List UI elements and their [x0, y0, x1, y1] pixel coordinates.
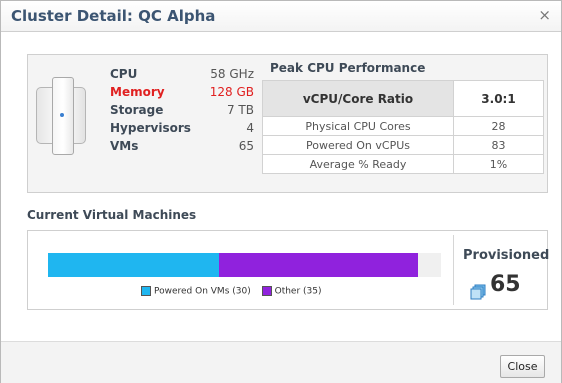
table-row: Physical CPU Cores 28 — [262, 116, 544, 136]
row-value: 28 — [453, 116, 544, 136]
powered-on-vms-bar — [48, 253, 219, 277]
dialog-footer: Close — [1, 341, 561, 383]
table-row: Average % Ready 1% — [262, 154, 544, 174]
row-label: Physical CPU Cores — [262, 116, 454, 136]
ratio-row: vCPU/Core Ratio 3.0:1 — [262, 80, 544, 117]
spec-label-memory: Memory — [110, 85, 165, 99]
legend-item-powered-on: Powered On VMs (30) — [141, 286, 251, 297]
spec-value-cpu: 58 GHz — [210, 67, 254, 81]
spec-label-hypervisors: Hypervisors — [110, 121, 191, 135]
legend-item-other: Other (35) — [261, 286, 322, 297]
vm-section-title: Current Virtual Machines — [27, 208, 197, 222]
close-button[interactable]: Close — [500, 355, 545, 378]
legend-swatch-powered-on — [141, 286, 151, 296]
provisioned-box: Provisioned 65 — [453, 235, 550, 305]
table-row: Powered On vCPUs 83 — [262, 135, 544, 155]
server-front — [52, 77, 74, 155]
vm-bar-track — [48, 253, 441, 277]
other-vms-bar — [219, 253, 418, 277]
row-value: 83 — [453, 135, 544, 155]
vm-stack-icon — [470, 284, 486, 300]
cluster-detail-dialog: Cluster Detail: QC Alpha × CPU 58 GHz Me… — [0, 0, 562, 383]
server-icon — [36, 77, 86, 155]
spec-label-vms: VMs — [110, 139, 139, 153]
ratio-label: vCPU/Core Ratio — [262, 80, 454, 117]
legend-swatch-other — [261, 286, 272, 296]
peak-cpu-title: Peak CPU Performance — [270, 61, 426, 75]
cluster-summary-panel: CPU 58 GHz Memory 128 GB Storage 7 TB Hy… — [27, 54, 548, 193]
ratio-value: 3.0:1 — [453, 80, 544, 117]
provisioned-label: Provisioned — [463, 248, 550, 263]
legend-label-powered-on: Powered On VMs (30) — [154, 286, 251, 297]
legend-label-other: Other (35) — [274, 286, 322, 297]
spec-value-vms: 65 — [238, 139, 254, 153]
spec-value-memory: 128 GB — [209, 85, 254, 99]
spec-label-cpu: CPU — [110, 67, 138, 81]
provisioned-count: 65 — [490, 272, 521, 297]
spec-label-storage: Storage — [110, 103, 164, 117]
spec-value-storage: 7 TB — [226, 103, 254, 117]
vm-panel: Powered On VMs (30) Other (35) Provision… — [27, 230, 550, 310]
server-led — [60, 113, 64, 117]
close-icon[interactable]: × — [538, 6, 551, 24]
row-label: Average % Ready — [262, 154, 454, 174]
title-bar: Cluster Detail: QC Alpha × — [1, 1, 561, 32]
spec-value-hypervisors: 4 — [246, 121, 254, 135]
dialog-title: Cluster Detail: QC Alpha — [11, 7, 216, 25]
row-label: Powered On vCPUs — [262, 135, 454, 155]
row-value: 1% — [453, 154, 544, 174]
vm-legend: Powered On VMs (30) Other (35) — [141, 286, 330, 297]
peak-cpu-table: vCPU/Core Ratio 3.0:1 Physical CPU Cores… — [262, 80, 544, 174]
